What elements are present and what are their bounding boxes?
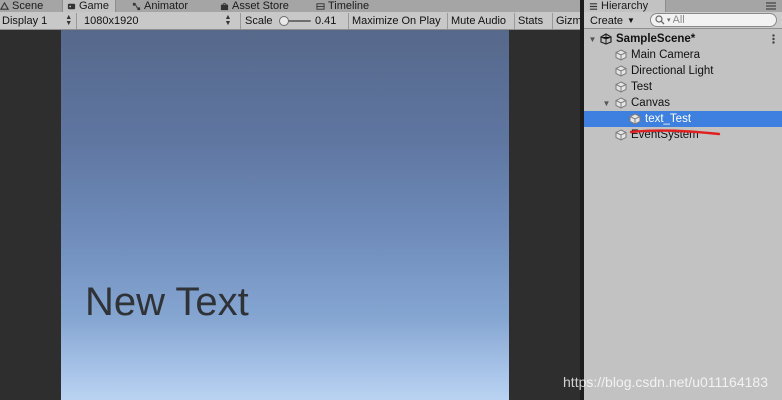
expand-arrow-icon[interactable]: ▼: [588, 35, 597, 44]
hierarchy-item-canvas[interactable]: ▼ Canvas: [584, 95, 782, 111]
scene-name: SampleScene*: [616, 33, 696, 45]
asset-store-icon: [220, 2, 229, 10]
gameobject-cube-icon: [615, 129, 627, 141]
hierarchy-item-test[interactable]: Test: [584, 79, 782, 95]
dropdown-arrows-icon: ▲ ▼: [65, 14, 73, 27]
display-dropdown[interactable]: Display 1 ▲ ▼: [2, 13, 72, 29]
watermark: https://blog.csdn.net/u011164183: [563, 374, 768, 390]
divider: [552, 13, 553, 29]
divider: [348, 13, 349, 29]
search-icon: [655, 15, 665, 25]
scale-slider-thumb[interactable]: [279, 16, 289, 26]
tab-timeline[interactable]: Timeline: [316, 0, 369, 12]
hierarchy-panel: Hierarchy Create ▼ ▾ ▼ SampleScene* Main…: [584, 0, 782, 400]
divider: [514, 13, 515, 29]
editor-tab-bar: Scene Game Animator Asset Store Timeline: [0, 0, 580, 12]
tab-hierarchy[interactable]: Hierarchy: [584, 0, 666, 12]
item-label: Directional Light: [631, 65, 714, 77]
display-value: Display 1: [2, 15, 48, 27]
divider: [76, 13, 77, 29]
gameobject-cube-icon: [615, 65, 627, 77]
tab-scene[interactable]: Scene: [0, 0, 43, 12]
tab-label: Animator: [144, 0, 189, 12]
gameobject-cube-icon: [615, 97, 627, 109]
gameobject-cube-icon: [615, 81, 627, 93]
divider: [240, 13, 241, 29]
game-viewport[interactable]: New Text: [61, 30, 509, 400]
expand-arrow-icon[interactable]: ▼: [602, 99, 611, 108]
hierarchy-tab-bar: Hierarchy: [584, 0, 782, 12]
tab-asset-store[interactable]: Asset Store: [220, 0, 289, 12]
search-input[interactable]: [672, 14, 773, 26]
game-toolbar: Display 1 ▲ ▼ 1080x1920 ▲ ▼ Scale 0.41 Max…: [0, 12, 582, 30]
unity-scene-icon: [600, 33, 612, 45]
hierarchy-item-main-camera[interactable]: Main Camera: [584, 47, 782, 63]
scene-row[interactable]: ▼ SampleScene*: [584, 31, 782, 47]
create-label: Create: [590, 14, 624, 27]
game-panel: Scene Game Animator Asset Store Timeline…: [0, 0, 582, 400]
panel-menu-icon[interactable]: [766, 2, 776, 10]
timeline-icon: [316, 2, 325, 10]
game-icon: [67, 3, 76, 9]
resolution-value: 1080x1920: [84, 15, 139, 27]
hierarchy-item-directional-light[interactable]: Directional Light: [584, 63, 782, 79]
search-box[interactable]: ▾: [650, 13, 777, 27]
create-dropdown[interactable]: Create ▼: [590, 13, 635, 28]
hierarchy-toolbar: Create ▼ ▾: [584, 12, 782, 29]
animator-icon: [132, 2, 141, 10]
search-dropdown-icon: ▾: [667, 17, 671, 24]
game-view-area: New Text: [0, 30, 580, 400]
item-label: text_Test: [645, 113, 692, 125]
tab-label: Hierarchy: [601, 0, 649, 12]
gizmos-dropdown[interactable]: Gizm: [556, 13, 582, 29]
tab-label: Asset Store: [232, 0, 289, 12]
scene-icon: [0, 1, 9, 10]
dropdown-arrows-icon: ▲ ▼: [224, 14, 232, 27]
tab-label: Game: [79, 0, 109, 12]
hierarchy-item-text-test[interactable]: text_Test: [584, 111, 782, 127]
divider: [447, 13, 448, 29]
hierarchy-tree: ▼ SampleScene* Main Camera Directional L…: [584, 30, 782, 400]
scale-label: Scale: [245, 15, 273, 27]
item-label: Main Camera: [631, 49, 701, 61]
tab-game[interactable]: Game: [62, 0, 116, 12]
dropdown-arrow-icon: ▼: [627, 16, 635, 25]
gameobject-cube-icon: [629, 113, 641, 125]
stats-toggle[interactable]: Stats: [518, 13, 543, 29]
maximize-on-play-toggle[interactable]: Maximize On Play: [352, 13, 441, 29]
resolution-dropdown[interactable]: 1080x1920 ▲ ▼: [84, 13, 231, 29]
hierarchy-icon: [589, 2, 598, 10]
item-label: Canvas: [631, 97, 670, 109]
item-label: Test: [631, 81, 653, 93]
ui-text-element: New Text: [85, 280, 249, 324]
mute-audio-toggle[interactable]: Mute Audio: [451, 13, 506, 29]
tab-animator[interactable]: Animator: [132, 0, 188, 12]
tab-label: Scene: [12, 0, 44, 12]
red-annotation-underline: [629, 129, 721, 136]
more-options-icon[interactable]: [772, 34, 775, 44]
scale-value: 0.41: [315, 15, 337, 27]
tab-label: Timeline: [328, 0, 370, 12]
gameobject-cube-icon: [615, 49, 627, 61]
